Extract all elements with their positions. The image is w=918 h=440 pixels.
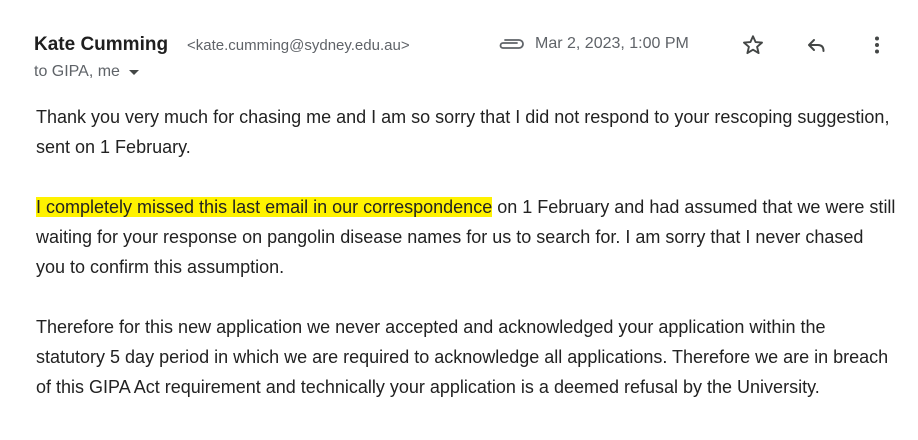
reply-icon [808, 39, 825, 52]
sender-email: <kate.cumming@sydney.edu.au> [187, 37, 410, 54]
body-paragraph-3: Therefore for this new application we ne… [36, 317, 889, 397]
email-header: Kate Cumming <kate.cumming@sydney.edu.au… [34, 30, 888, 60]
body-paragraph-2: I completely missed this last email in o… [36, 192, 896, 282]
email-date: Mar 2, 2023, 1:00 PM [535, 35, 689, 52]
caret-down-icon [128, 69, 139, 75]
email-body: Thank you very much for chasing me and I… [36, 102, 896, 432]
body-paragraph-1: Thank you very much for chasing me and I… [36, 107, 890, 157]
recipients-label: to GIPA, me [34, 63, 120, 80]
sender-name: Kate Cumming [34, 34, 169, 55]
recipients-toggle[interactable]: to GIPA, me [34, 63, 139, 81]
more-vert-icon [875, 36, 879, 54]
more-options-button[interactable] [862, 30, 892, 60]
star-icon [743, 35, 763, 55]
attachment-icon [496, 37, 526, 51]
highlighted-text: I completely missed this last email in o… [36, 197, 493, 217]
star-button[interactable] [738, 30, 768, 60]
reply-button[interactable] [801, 30, 831, 60]
